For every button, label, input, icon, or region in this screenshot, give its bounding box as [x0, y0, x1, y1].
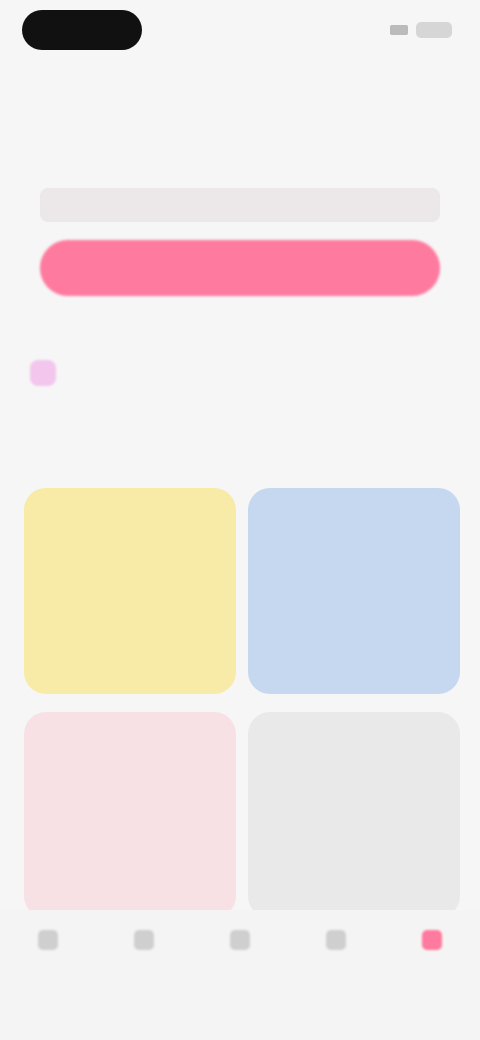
signal-icon — [390, 25, 408, 35]
bottom-nav — [0, 910, 480, 1040]
status-icons — [390, 22, 452, 38]
category-tile-1[interactable] — [24, 488, 236, 694]
app-screen — [0, 0, 480, 1040]
category-tile-2[interactable] — [248, 488, 460, 694]
primary-cta-button[interactable] — [40, 240, 440, 296]
category-tile-3[interactable] — [24, 712, 236, 918]
nav-5-icon — [422, 930, 442, 950]
nav-item-3[interactable] — [200, 930, 280, 960]
battery-icon — [416, 22, 452, 38]
summary-progress-bar — [40, 188, 440, 222]
nav-1-icon — [38, 930, 58, 950]
nav-2-icon — [134, 930, 154, 950]
nav-3-icon — [230, 930, 250, 950]
status-bar — [0, 0, 480, 60]
nav-4-icon — [326, 930, 346, 950]
nav-item-2[interactable] — [104, 930, 184, 960]
nav-item-4[interactable] — [296, 930, 376, 960]
dynamic-island — [22, 10, 142, 50]
info-icon — [30, 360, 56, 386]
nav-item-1[interactable] — [8, 930, 88, 960]
summary-card — [22, 130, 458, 320]
category-tile-4[interactable] — [248, 712, 460, 918]
nav-item-5[interactable] — [392, 930, 472, 960]
info-row[interactable] — [30, 360, 70, 386]
